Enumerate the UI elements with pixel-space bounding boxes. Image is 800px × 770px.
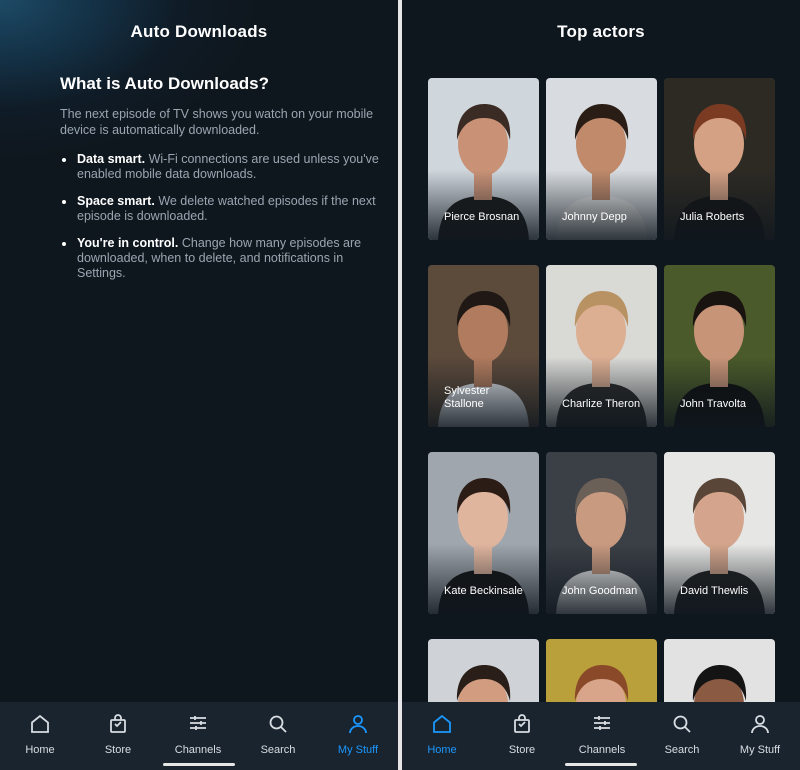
nav-home[interactable]: Home: [402, 712, 482, 758]
card-gradient: [546, 357, 657, 427]
search-icon: [673, 715, 691, 733]
store-bag-icon: [514, 714, 530, 733]
actor-card[interactable]: Charlize Theron: [546, 265, 657, 427]
card-gradient: [428, 544, 539, 614]
home-indicator[interactable]: [163, 763, 235, 766]
auto-downloads-screen: Auto Downloads What is Auto Downloads? T…: [0, 0, 398, 770]
bottom-nav: Home Store Channels Search My Stuff: [0, 702, 398, 770]
feature-list: Data smart. Wi-Fi connections are used u…: [60, 152, 388, 281]
profile-icon: [349, 715, 367, 734]
actor-card[interactable]: Julia Roberts: [664, 78, 775, 240]
actor-name: John Goodman: [562, 585, 638, 597]
actor-card[interactable]: Pierce Brosnan: [428, 78, 539, 240]
intro-text: The next episode of TV shows you watch o…: [60, 107, 374, 137]
nav-label: Channels: [578, 744, 626, 756]
feature-lead: Space smart.: [77, 194, 155, 208]
page-title: Auto Downloads: [130, 22, 268, 41]
actor-card[interactable]: Kate Beckinsale: [428, 452, 539, 614]
nav-store[interactable]: Store: [78, 712, 158, 758]
actor-name: Charlize Theron: [562, 398, 641, 410]
home-icon: [433, 714, 451, 733]
page-title: Top actors: [557, 22, 645, 41]
nav-label: Search: [664, 744, 700, 756]
actor-name: Pierce Brosnan: [444, 211, 520, 223]
nav-label: Store: [508, 744, 536, 756]
nav-my-stuff[interactable]: My Stuff: [318, 712, 398, 758]
card-gradient: [428, 170, 539, 240]
bullet-icon: [62, 158, 66, 162]
actor-name: Johnny Depp: [562, 211, 627, 223]
store-bag-icon: [110, 714, 126, 733]
feature-item-space-smart: Space smart. We delete watched episodes …: [60, 194, 388, 224]
nav-store[interactable]: Store: [482, 712, 562, 758]
card-gradient: [664, 544, 775, 614]
nav-label: Home: [427, 744, 457, 756]
actor-card[interactable]: John Goodman: [546, 452, 657, 614]
home-icon: [31, 714, 49, 733]
actor-card[interactable]: John Travolta: [664, 265, 775, 427]
actor-name: Julia Roberts: [680, 211, 745, 223]
nav-channels[interactable]: Channels: [562, 712, 642, 758]
nav-search[interactable]: Search: [642, 712, 722, 758]
top-actors-screen: Top actors Pierce Brosnan Johnny Depp Juli…: [402, 0, 800, 770]
section-heading: What is Auto Downloads?: [60, 74, 270, 93]
actor-name: Sylvester Stallone: [444, 385, 490, 410]
feature-item-in-control: You're in control. Change how many episo…: [60, 236, 388, 281]
bullet-icon: [62, 200, 66, 204]
feature-lead: Data smart.: [77, 152, 146, 166]
actor-card[interactable]: Johnny Depp: [546, 78, 657, 240]
actor-name: John Travolta: [680, 398, 747, 410]
auto-downloads-info: What is Auto Downloads? The next episode…: [60, 74, 388, 293]
card-gradient: [664, 357, 775, 427]
profile-icon: [751, 715, 769, 734]
actor-name: David Thewlis: [680, 585, 749, 597]
actor-name: Kate Beckinsale: [444, 585, 523, 597]
actor-card[interactable]: David Thewlis: [664, 452, 775, 614]
nav-label: Channels: [174, 744, 222, 756]
actor-card[interactable]: Sylvester Stallone: [428, 265, 539, 427]
home-indicator[interactable]: [565, 763, 637, 766]
nav-label: Store: [104, 744, 132, 756]
nav-label: My Stuff: [337, 744, 379, 756]
channels-icon: [594, 716, 610, 730]
nav-home[interactable]: Home: [0, 712, 80, 758]
nav-label: My Stuff: [739, 744, 781, 756]
card-gradient: [664, 170, 775, 240]
nav-label: Search: [260, 744, 296, 756]
search-icon: [269, 715, 287, 733]
nav-my-stuff[interactable]: My Stuff: [720, 712, 800, 758]
card-gradient: [546, 170, 657, 240]
nav-label: Home: [25, 744, 55, 756]
bottom-nav: Home Store Channels Search My Stuff: [402, 702, 800, 770]
nav-search[interactable]: Search: [238, 712, 318, 758]
bullet-icon: [62, 242, 66, 246]
feature-lead: You're in control.: [77, 236, 179, 250]
channels-icon: [190, 716, 206, 730]
feature-item-data-smart: Data smart. Wi-Fi connections are used u…: [60, 152, 388, 182]
card-gradient: [546, 544, 657, 614]
nav-channels[interactable]: Channels: [158, 712, 238, 758]
